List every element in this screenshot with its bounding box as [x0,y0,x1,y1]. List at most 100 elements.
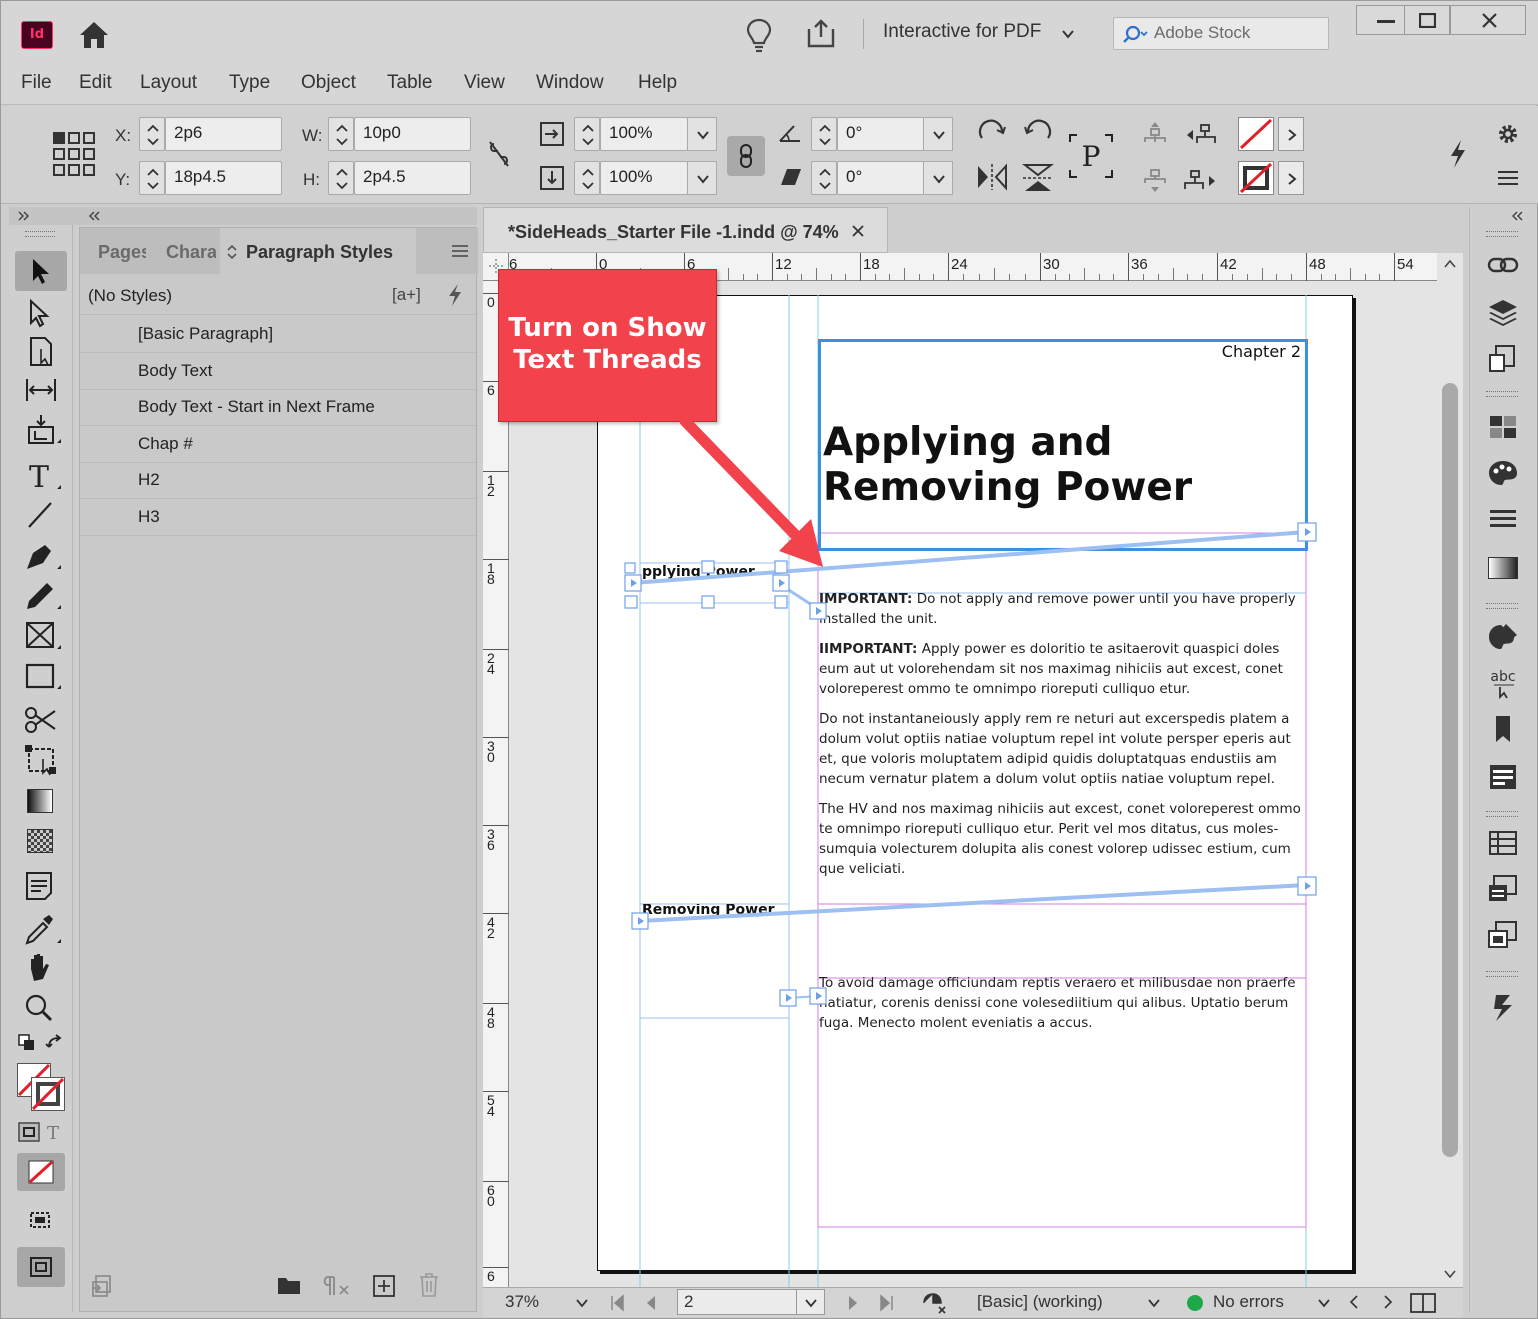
constrain-proportions-icon[interactable] [486,139,512,169]
h-field[interactable]: 2p4.5 [354,161,471,195]
color-theme-icon[interactable] [1486,621,1520,653]
text-wrap-p-icon[interactable]: P [1067,132,1115,180]
scroll-up-icon[interactable] [1443,259,1457,269]
free-transform-icon[interactable] [21,743,65,777]
next-page-icon[interactable] [847,1294,859,1312]
screen-mode-button[interactable] [17,1247,65,1287]
trash-icon[interactable] [418,1272,440,1298]
gradient-feather-icon[interactable] [27,829,53,853]
previous-page-icon[interactable] [645,1294,657,1312]
formatting-container-icon[interactable]: T [15,1121,67,1143]
line-tool-icon[interactable] [21,499,61,531]
new-style-icon[interactable] [372,1274,396,1298]
select-container-icon[interactable] [1141,120,1169,148]
stroke-swatch[interactable] [1238,161,1274,195]
direct-selection-icon[interactable] [21,297,61,329]
pencil-tool-icon[interactable] [21,579,65,613]
chevron-down-icon[interactable] [1147,1297,1161,1309]
hand-tool-icon[interactable] [21,951,61,985]
share-icon[interactable] [805,17,837,49]
apply-none-button[interactable] [17,1153,65,1191]
dock-grip[interactable] [1486,971,1518,977]
home-icon[interactable] [77,19,111,51]
swap-fill-stroke-icon[interactable] [15,1033,65,1055]
links-icon[interactable] [1486,249,1520,281]
x-field[interactable]: 2p6 [165,117,282,151]
scale-y-field[interactable]: 100% [600,161,688,195]
rotate-field[interactable]: 0° [837,117,925,151]
tools-grip[interactable] [25,231,55,237]
reference-point-icon[interactable] [51,130,97,178]
load-styles-icon[interactable] [90,1274,114,1298]
scale-x-field[interactable]: 100% [600,117,688,151]
close-button[interactable] [1450,5,1526,35]
rotate-ccw-icon[interactable] [1021,118,1055,152]
table-icon[interactable] [1486,827,1520,859]
rotate-dropdown[interactable] [923,117,953,151]
chevron-down-icon[interactable] [1317,1297,1331,1309]
select-previous-icon[interactable] [1185,122,1219,148]
stroke-box[interactable] [31,1077,65,1111]
page-dropdown[interactable] [796,1290,824,1314]
style-item[interactable]: Body Text - Start in Next Frame [80,389,478,427]
panel-menu-icon[interactable] [450,244,470,258]
style-item[interactable]: Chap # [80,426,478,463]
menu-table[interactable]: Table [387,72,432,94]
w-field[interactable]: 10p0 [354,117,471,151]
scissors-icon[interactable] [21,703,65,737]
shear-field[interactable]: 0° [837,161,925,195]
select-content-icon[interactable] [1141,166,1169,194]
style-item[interactable]: Body Text [80,353,478,390]
eyedropper-icon[interactable] [21,913,65,947]
shear-stepper[interactable] [811,161,837,195]
new-style-from-selection-icon[interactable]: [a+] [392,285,421,305]
dock-grip[interactable] [1486,811,1518,817]
gradient-swatch-icon[interactable] [27,789,53,813]
collapse-icon[interactable] [1510,210,1524,222]
menu-view[interactable]: View [464,72,505,94]
lightning-icon[interactable] [1447,138,1469,170]
flip-horizontal-icon[interactable] [975,162,1009,192]
scale-y-stepper[interactable] [574,161,600,195]
adobe-stock-search[interactable]: Adobe Stock [1113,17,1329,50]
menu-type[interactable]: Type [229,72,270,94]
first-page-icon[interactable] [609,1294,625,1312]
flip-vertical-icon[interactable] [1021,162,1055,194]
chevron-down-icon[interactable] [575,1297,589,1309]
cc-libraries-icon[interactable] [1486,991,1520,1023]
style-item[interactable]: [Basic Paragraph] [80,316,478,353]
view-mode-icon[interactable] [21,1207,61,1231]
scale-x-stepper[interactable] [574,117,600,151]
page-tool-icon[interactable] [21,335,61,369]
pilcrow-icon[interactable] [320,1274,350,1298]
type-tool-icon[interactable]: T [21,459,65,493]
fill-menu-button[interactable] [1278,117,1304,151]
menu-object[interactable]: Object [301,72,356,94]
last-page-icon[interactable] [879,1294,895,1312]
vertical-scrollbar[interactable] [1437,253,1463,1287]
y-stepper[interactable] [139,161,165,195]
bookmarks-icon[interactable] [1486,713,1520,745]
menu-layout[interactable]: Layout [140,72,197,94]
note-tool-icon[interactable] [21,869,61,903]
preflight-profile[interactable]: [Basic] (working) [977,1292,1103,1312]
dock-grip[interactable] [1486,603,1518,609]
lightning-icon[interactable] [446,282,464,308]
select-next-icon[interactable] [1181,168,1217,194]
collapse-icon[interactable] [87,210,101,222]
workspace-switcher[interactable]: Interactive for PDF [883,21,1041,43]
menu-file[interactable]: File [21,72,52,94]
shear-dropdown[interactable] [923,161,953,195]
x-stepper[interactable] [139,117,165,151]
rectangle-tool-icon[interactable] [21,659,65,693]
chevron-down-icon[interactable] [1061,27,1075,41]
rotate-cw-icon[interactable] [975,118,1009,152]
close-tab-icon[interactable] [852,225,864,237]
tab-paragraph-styles[interactable]: Paragraph Styles [220,228,416,274]
gap-tool-icon[interactable] [21,375,61,405]
character-styles-icon[interactable] [1486,761,1520,793]
menu-help[interactable]: Help [638,72,677,94]
no-styles-label[interactable]: (No Styles) [88,286,172,306]
color-icon[interactable] [1486,457,1520,489]
stroke-menu-button[interactable] [1278,161,1304,195]
